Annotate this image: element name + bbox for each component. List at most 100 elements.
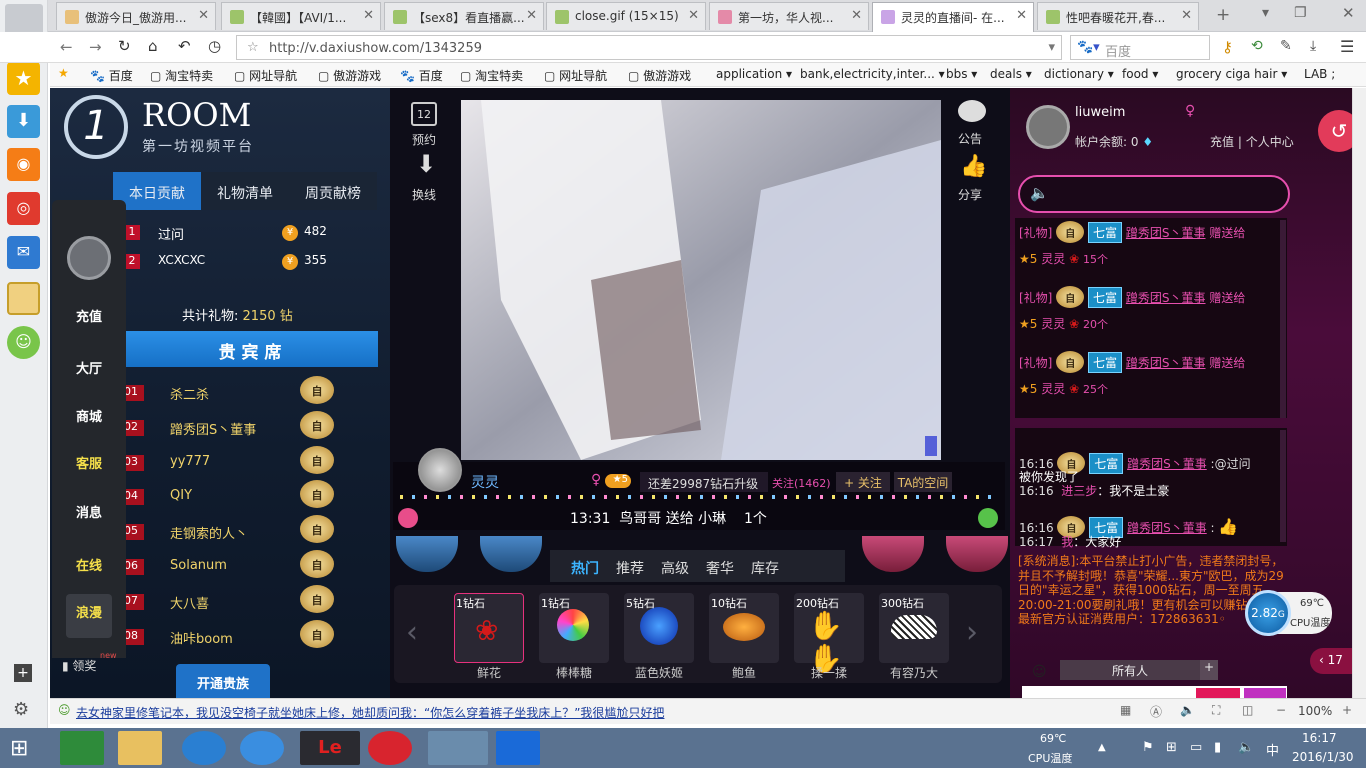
- tab-weekly-rank[interactable]: 周贡献榜: [289, 172, 377, 210]
- thumbs-up-icon[interactable]: 👍: [960, 154, 987, 179]
- bookmark-folder[interactable]: food ▾: [1122, 67, 1158, 81]
- maxthon-icon[interactable]: [496, 731, 540, 765]
- video-player[interactable]: [461, 100, 941, 460]
- tab-today-contribution[interactable]: 本日贡献: [113, 172, 201, 210]
- download-icon[interactable]: ⤓: [1310, 38, 1316, 54]
- chat-bubble-icon[interactable]: [958, 100, 986, 122]
- fullscreen-icon[interactable]: ⛶: [1212, 703, 1220, 718]
- tab-inventory[interactable]: 库存: [751, 558, 779, 578]
- bookmark-item[interactable]: ▢ 网址导航: [234, 67, 297, 84]
- add-recipient-icon[interactable]: +: [1200, 660, 1218, 680]
- menu-recharge[interactable]: 充值: [52, 306, 126, 325]
- user-switch-icon[interactable]: ⟲: [1251, 38, 1263, 54]
- zoom-out-icon[interactable]: −: [1276, 703, 1286, 717]
- close-icon[interactable]: ✕: [198, 8, 209, 23]
- tab-1[interactable]: 【韓國】【AVI/1... ✕: [221, 2, 381, 30]
- cpu-widget[interactable]: 2.82G 69℃ CPU温度: [1245, 590, 1332, 636]
- key-icon[interactable]: ⚷: [1222, 38, 1233, 56]
- bookmark-item[interactable]: 🐾 百度: [400, 67, 443, 84]
- bookmark-folder[interactable]: grocery ciga hair ▾: [1176, 67, 1287, 81]
- clock-time[interactable]: 16:17: [1302, 731, 1337, 745]
- speaker-icon[interactable]: 🔈: [1030, 184, 1049, 202]
- window-close-icon[interactable]: ✕: [1342, 4, 1355, 22]
- emoji-icon[interactable]: ☺: [1032, 664, 1047, 680]
- menu-service[interactable]: 客服: [52, 453, 126, 472]
- tray-chevron-icon[interactable]: ▲: [1098, 742, 1106, 753]
- fly-screen-button[interactable]: [1244, 688, 1286, 698]
- send-button[interactable]: [1196, 688, 1240, 698]
- ta-space-button[interactable]: TA的空间: [894, 472, 952, 492]
- tray-flag-icon[interactable]: ⚑: [1142, 740, 1154, 755]
- zoom-in-icon[interactable]: +: [1342, 703, 1352, 717]
- bookmark-item[interactable]: ▢ 傲游游戏: [628, 67, 691, 84]
- search-input[interactable]: 🐾▾ 百度: [1070, 35, 1210, 60]
- notes-icon[interactable]: [7, 282, 40, 315]
- vip-name[interactable]: 杀二杀: [170, 384, 209, 403]
- streamer-avatar[interactable]: [418, 448, 462, 492]
- ime-indicator[interactable]: 中: [1266, 740, 1279, 759]
- close-icon[interactable]: ✕: [1016, 8, 1027, 23]
- rank-name[interactable]: 过问: [158, 224, 184, 243]
- user-avatar-icon[interactable]: [67, 236, 111, 280]
- menu-online[interactable]: 在线: [52, 555, 126, 574]
- rank-name[interactable]: XCXCXC: [158, 253, 205, 267]
- close-icon[interactable]: ✕: [851, 8, 862, 23]
- star-icon[interactable]: ☆: [247, 40, 259, 55]
- vip-name[interactable]: 大八喜: [170, 593, 209, 612]
- vip-name[interactable]: Solanum: [170, 558, 227, 573]
- scrollbar[interactable]: [1280, 220, 1286, 418]
- vip-name[interactable]: 油咔boom: [170, 628, 233, 647]
- tray-network-icon[interactable]: ▮: [1214, 740, 1221, 755]
- recipient-select[interactable]: 所有人: [1060, 660, 1200, 680]
- tray-display-icon[interactable]: ▭: [1190, 740, 1202, 755]
- vip-name[interactable]: 走钢索的人丶: [170, 523, 248, 542]
- tab-6[interactable]: 性吧春暖花开,春... ✕: [1037, 2, 1199, 30]
- menu-store[interactable]: 商城: [52, 406, 126, 425]
- news-link[interactable]: 去女神家里修笔记本，我见没空椅子就坐她床上修，她却质问我：“你怎么穿着裤子坐我床…: [76, 704, 664, 721]
- new-tab-icon[interactable]: +: [1216, 5, 1230, 25]
- bookmark-folder[interactable]: LAB ;: [1304, 67, 1335, 81]
- tab-luxury[interactable]: 奢华: [706, 558, 734, 578]
- close-icon[interactable]: ✕: [363, 8, 374, 23]
- user-center-link[interactable]: 个人中心: [1246, 135, 1294, 149]
- scrollbar[interactable]: [1280, 430, 1286, 542]
- bookmark-item[interactable]: ▢ 网址导航: [544, 67, 607, 84]
- bookmark-folder[interactable]: deals ▾: [990, 67, 1032, 81]
- restore-icon[interactable]: ❐: [1294, 5, 1307, 21]
- zoom-level[interactable]: 100%: [1298, 704, 1332, 718]
- favorites-icon[interactable]: ★: [7, 62, 40, 95]
- arrow-down-icon[interactable]: ⬇: [416, 150, 436, 178]
- forward-icon[interactable]: →: [89, 38, 102, 56]
- tab-0[interactable]: 傲游今日_傲游用... ✕: [56, 2, 216, 30]
- browser-icon[interactable]: [182, 731, 226, 765]
- weibo-icon[interactable]: ◎: [7, 192, 40, 225]
- vip-name[interactable]: QIY: [170, 488, 192, 503]
- calendar-icon[interactable]: 12: [411, 102, 437, 126]
- clock-date[interactable]: 2016/1/30: [1292, 750, 1354, 764]
- reserve-label[interactable]: 预约: [412, 131, 436, 148]
- tray-volume-icon[interactable]: 🔈: [1238, 740, 1254, 755]
- streamer-name[interactable]: 灵灵: [471, 472, 499, 492]
- bookmark-item[interactable]: 🐾 百度: [90, 67, 133, 84]
- home-icon[interactable]: ⌂: [148, 37, 158, 55]
- add-icon[interactable]: +: [14, 664, 32, 682]
- tab-recommend[interactable]: 推荐: [616, 558, 644, 578]
- close-icon[interactable]: ✕: [1181, 8, 1192, 23]
- tab-3[interactable]: close.gif (15×15) ✕: [546, 2, 706, 30]
- volume-icon[interactable]: 🔈: [1180, 703, 1195, 717]
- follow-button[interactable]: + 关注: [836, 472, 890, 492]
- chevron-left-icon[interactable]: ‹: [406, 615, 418, 650]
- excel-icon[interactable]: [60, 731, 104, 765]
- bookmark-folder[interactable]: bank,electricity,inter... ▾: [800, 67, 945, 81]
- bookmark-item[interactable]: ▢ 淘宝特卖: [460, 67, 523, 84]
- tab-5[interactable]: 灵灵的直播间- 在... ✕: [872, 2, 1034, 32]
- close-icon[interactable]: ✕: [526, 8, 537, 23]
- chart-icon[interactable]: ▦: [1120, 703, 1131, 717]
- rss-icon[interactable]: ◉: [7, 148, 40, 181]
- tab-gift-list[interactable]: 礼物清单: [201, 172, 289, 210]
- adblock-icon[interactable]: Ⓐ: [1150, 703, 1162, 720]
- bookmark-folder[interactable]: application ▾: [716, 67, 792, 81]
- history-icon[interactable]: ◷: [208, 37, 221, 55]
- user-avatar[interactable]: [1026, 105, 1070, 149]
- notice-label[interactable]: 公告: [958, 130, 982, 147]
